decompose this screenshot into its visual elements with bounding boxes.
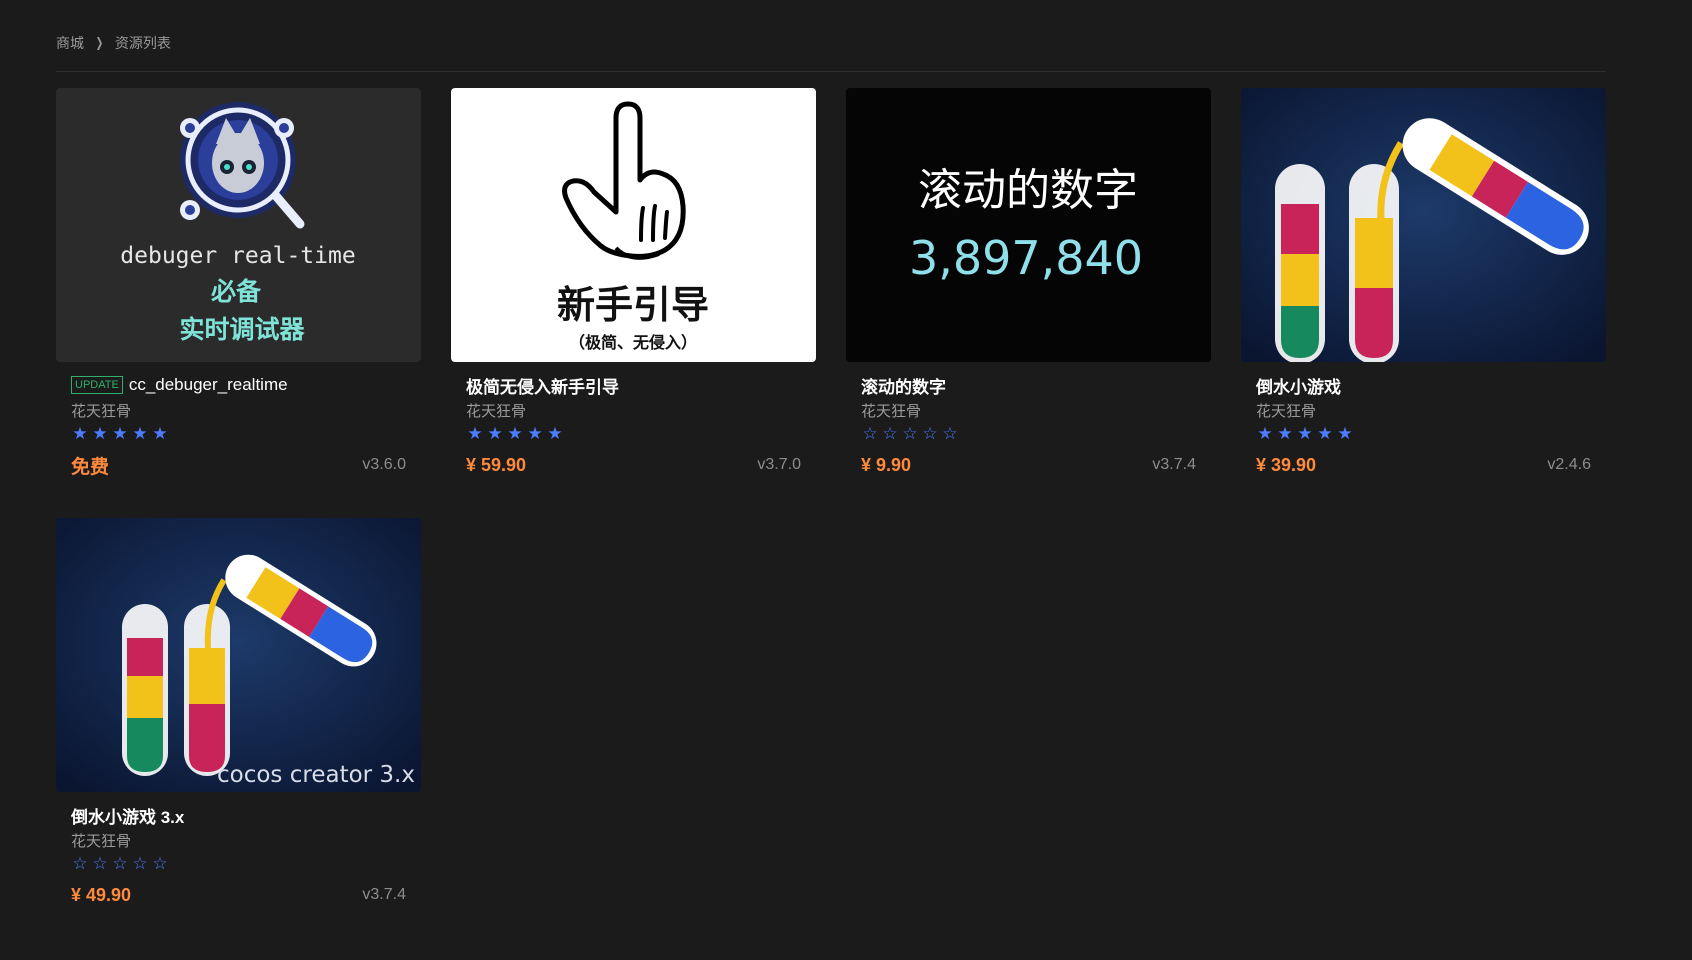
- resource-version: v3.7.4: [362, 886, 406, 903]
- thumb-text-line1: debuger real-time: [120, 243, 355, 269]
- breadcrumb-current: 资源列表: [114, 35, 171, 51]
- star-empty-icon: ☆: [132, 854, 148, 873]
- star-empty-icon: ☆: [72, 854, 88, 873]
- resource-thumbnail[interactable]: [1241, 88, 1606, 362]
- resource-version: v3.6.0: [362, 456, 406, 473]
- star-filled-icon: ★: [1297, 424, 1313, 443]
- resource-card[interactable]: cocos creator 3.x 倒水小游戏 3.x 花天狂骨 ☆ ☆ ☆ ☆ ☆ ¥…: [56, 518, 421, 908]
- resource-author[interactable]: 花天狂骨: [71, 830, 406, 850]
- resource-price: ¥ 39.90: [1256, 454, 1317, 475]
- thumb-caption: cocos creator 3.x: [217, 762, 415, 788]
- star-filled-icon: ★: [487, 424, 503, 443]
- star-empty-icon: ☆: [902, 424, 918, 443]
- star-empty-icon: ☆: [942, 424, 958, 443]
- thumb-text-line1: 滚动的数字: [918, 165, 1138, 216]
- resource-thumbnail[interactable]: 滚动的数字 3,897,840: [846, 88, 1211, 362]
- resource-author[interactable]: 花天狂骨: [71, 400, 406, 420]
- resource-version: v2.4.6: [1547, 456, 1591, 473]
- star-filled-icon: ★: [467, 424, 483, 443]
- thumb-text-line2: （极简、无侵入）: [569, 333, 697, 352]
- thumb-text-line1: 新手引导: [557, 283, 709, 327]
- thumb-text-line2: 必备: [211, 277, 262, 306]
- resource-card[interactable]: debuger real-time 必备 实时调试器 UPDATE cc_deb…: [56, 88, 421, 478]
- resource-author[interactable]: 花天狂骨: [861, 400, 1196, 420]
- resource-version: v3.7.4: [1152, 456, 1196, 473]
- star-filled-icon: ★: [72, 424, 88, 443]
- star-empty-icon: ☆: [112, 854, 128, 873]
- update-badge: UPDATE: [71, 376, 123, 394]
- resource-title[interactable]: 极简无侵入新手引导: [466, 373, 619, 398]
- star-filled-icon: ★: [92, 424, 108, 443]
- thumb-text-line2: 3,897,840: [909, 231, 1143, 285]
- star-filled-icon: ★: [152, 424, 168, 443]
- resource-thumbnail[interactable]: 新手引导 （极简、无侵入）: [451, 88, 816, 362]
- star-empty-icon: ☆: [92, 854, 108, 873]
- resource-thumbnail[interactable]: debuger real-time 必备 实时调试器: [56, 88, 421, 362]
- star-filled-icon: ★: [527, 424, 543, 443]
- resource-price: 免费: [71, 456, 110, 478]
- resource-card[interactable]: 新手引导 （极简、无侵入） 极简无侵入新手引导 花天狂骨 ★ ★ ★ ★ ★ ¥ 59.…: [451, 88, 816, 478]
- star-filled-icon: ★: [132, 424, 148, 443]
- resource-version: v3.7.0: [757, 456, 801, 473]
- chevron-right-icon: ❯: [95, 35, 104, 50]
- rating-stars: ☆ ☆ ☆ ☆ ☆: [861, 424, 1196, 444]
- header-divider: [56, 71, 1606, 72]
- star-filled-icon: ★: [507, 424, 523, 443]
- star-filled-icon: ★: [1317, 424, 1333, 443]
- star-empty-icon: ☆: [922, 424, 938, 443]
- resource-title[interactable]: 倒水小游戏: [1256, 373, 1341, 398]
- star-empty-icon: ☆: [882, 424, 898, 443]
- resource-title[interactable]: cc_debuger_realtime: [129, 375, 288, 395]
- resource-card[interactable]: 滚动的数字 3,897,840 滚动的数字 花天狂骨 ☆ ☆ ☆ ☆ ☆ ¥ 9.90 …: [846, 88, 1211, 478]
- resource-title[interactable]: 滚动的数字: [861, 373, 946, 398]
- star-empty-icon: ☆: [862, 424, 878, 443]
- breadcrumb-home[interactable]: 商城: [56, 33, 84, 53]
- resource-author[interactable]: 花天狂骨: [466, 400, 801, 420]
- resource-price: ¥ 59.90: [466, 454, 527, 475]
- thumb-text-line3: 实时调试器: [179, 315, 305, 344]
- resource-thumbnail[interactable]: cocos creator 3.x: [56, 518, 421, 792]
- resource-price: ¥ 49.90: [71, 884, 132, 905]
- rating-stars: ★ ★ ★ ★ ★: [466, 424, 801, 444]
- star-filled-icon: ★: [547, 424, 563, 443]
- resource-title[interactable]: 倒水小游戏 3.x: [71, 803, 184, 828]
- star-filled-icon: ★: [1257, 424, 1273, 443]
- resource-card[interactable]: 倒水小游戏 花天狂骨 ★ ★ ★ ★ ★ ¥ 39.90 v2.4.6: [1241, 88, 1606, 478]
- breadcrumb: 商城 ❯ 资源列表: [56, 33, 171, 53]
- rating-stars: ☆ ☆ ☆ ☆ ☆: [71, 854, 406, 874]
- star-filled-icon: ★: [112, 424, 128, 443]
- resource-price: ¥ 9.90: [861, 454, 912, 475]
- resource-grid: debuger real-time 必备 实时调试器 UPDATE cc_deb…: [56, 88, 1606, 908]
- star-filled-icon: ★: [1337, 424, 1353, 443]
- rating-stars: ★ ★ ★ ★ ★: [1256, 424, 1591, 444]
- rating-stars: ★ ★ ★ ★ ★: [71, 424, 406, 444]
- star-filled-icon: ★: [1277, 424, 1293, 443]
- resource-author[interactable]: 花天狂骨: [1256, 400, 1591, 420]
- star-empty-icon: ☆: [152, 854, 168, 873]
